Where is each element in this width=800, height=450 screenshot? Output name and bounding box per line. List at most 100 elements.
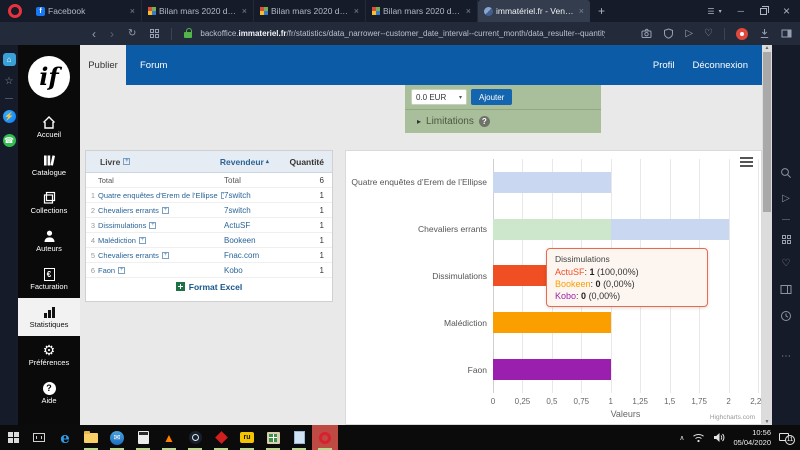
vendor-link[interactable]: Bookeen (224, 236, 294, 245)
back-icon[interactable]: ‹ (92, 28, 96, 40)
expand-plus-icon[interactable]: + (162, 252, 169, 259)
tab-close-icon[interactable]: × (242, 6, 247, 16)
expand-plus-icon[interactable]: + (149, 222, 156, 229)
download-icon[interactable] (759, 28, 770, 39)
start-button[interactable] (0, 425, 26, 450)
taskbar-vlc[interactable]: ▲ (156, 425, 182, 450)
speed-dial-grid-icon[interactable] (782, 235, 791, 244)
send-icon[interactable]: ▷ (782, 194, 790, 204)
vendor-link[interactable]: 7switch (224, 206, 294, 215)
taskbar-steam[interactable] (182, 425, 208, 450)
tab-menu-caret-icon[interactable]: ▾ (719, 8, 722, 15)
taskbar-game[interactable] (208, 425, 234, 450)
action-center-icon[interactable]: 11 (779, 432, 794, 444)
speed-dial-icon[interactable] (150, 29, 159, 38)
vendor-link[interactable]: Fnac.com (224, 251, 294, 260)
bookmark-heart-icon[interactable]: ♡ (704, 29, 713, 39)
sidebar-item-statistiques[interactable]: Statistiques (18, 298, 80, 336)
book-link[interactable]: Malédiction+ (98, 236, 224, 245)
taskbar-calculator[interactable] (130, 425, 156, 450)
tray-clock[interactable]: 10:56 05/04/2020 (733, 428, 771, 447)
taskbar-explorer[interactable] (78, 425, 104, 450)
header-quantite[interactable]: Quantité (290, 157, 332, 167)
extension-icon[interactable] (736, 28, 748, 40)
sidebar-panels-icon[interactable] (781, 28, 792, 39)
limitations-toggle[interactable]: Limitations (426, 116, 474, 127)
taskbar-edge[interactable]: e (52, 425, 78, 450)
format-excel-link[interactable]: Format Excel (189, 282, 242, 292)
nav-profil[interactable]: Profil (653, 60, 675, 71)
sidebar-item-catalogue[interactable]: Catalogue (18, 146, 80, 184)
tab-close-icon[interactable]: × (466, 6, 471, 16)
more-icon[interactable]: ⋯ (781, 351, 791, 362)
messenger-icon[interactable]: ⚡ (3, 110, 16, 123)
book-link[interactable]: Faon+ (98, 266, 224, 275)
url-field[interactable]: backoffice.immateriel.fr/fr/statistics/d… (200, 29, 605, 38)
book-link[interactable]: Quatre enquêtes d’Erem de l’Ellipse+ (98, 191, 224, 200)
history-clock-icon[interactable] (780, 310, 792, 322)
nav-forum[interactable]: Forum (140, 60, 167, 71)
new-tab-button[interactable]: + (598, 4, 605, 18)
tab-close-icon[interactable]: × (354, 6, 359, 16)
taskbar-ru-app[interactable]: ru (234, 425, 260, 450)
tab-menu-icon[interactable]: ☰ (707, 7, 714, 16)
task-view-button[interactable] (26, 425, 52, 450)
browser-tab-facebook[interactable]: f Facebook × (30, 0, 142, 22)
wifi-icon[interactable] (692, 432, 705, 443)
expand-plus-icon[interactable]: + (162, 207, 169, 214)
header-livre[interactable]: Livre + (86, 157, 220, 167)
taskbar-notes[interactable] (286, 425, 312, 450)
nav-publier[interactable]: Publier (80, 45, 126, 85)
amount-select[interactable]: 0.0 EUR ▾ (411, 89, 467, 105)
bar-segment-7switch[interactable] (493, 172, 611, 193)
sidebar-item-accueil[interactable]: Accueil (18, 108, 80, 146)
book-link[interactable]: Chevaliers errants+ (98, 251, 224, 260)
sidebar-item-preferences[interactable]: ⚙ Préférences (18, 336, 80, 374)
tray-expand-icon[interactable]: ∧ (679, 434, 684, 442)
limitations-help-icon[interactable]: ? (479, 116, 490, 127)
opera-logo-icon[interactable] (8, 4, 22, 18)
bar-segment-Kobo[interactable] (493, 359, 611, 380)
shield-icon[interactable] (663, 28, 674, 39)
expand-plus-icon[interactable]: + (139, 237, 146, 244)
browser-tab-bilan-2[interactable]: Bilan mars 2020 des ventes × (254, 0, 366, 22)
highcharts-credit[interactable]: Highcharts.com (710, 414, 755, 421)
browser-tab-bilan-1[interactable]: Bilan mars 2020 des ventes × (142, 0, 254, 22)
vendor-link[interactable]: ActuSF (224, 221, 294, 230)
forward-icon[interactable]: › (110, 28, 114, 40)
browser-tab-immateriel-active[interactable]: immatériel.fr - Ventes du m × (478, 0, 590, 22)
reload-icon[interactable]: ↻ (128, 29, 136, 39)
sidebar-item-facturation[interactable]: € Facturation (18, 260, 80, 298)
scrollbar-thumb[interactable] (763, 52, 771, 212)
restore-button[interactable] (760, 8, 767, 15)
scroll-up-icon[interactable]: ▲ (762, 45, 772, 51)
taskbar-accounting[interactable] (260, 425, 286, 450)
vendor-link[interactable]: Kobo (224, 266, 294, 275)
minimize-button[interactable]: ─ (738, 6, 744, 16)
expand-plus-icon[interactable]: + (123, 158, 130, 165)
workspace-icon[interactable]: ⌂ (3, 53, 16, 66)
bar-segment-Fnac.com[interactable] (493, 219, 611, 240)
app-logo[interactable]: if (18, 45, 80, 108)
bar-segment-7switch[interactable] (611, 219, 729, 240)
book-link[interactable]: Chevaliers errants+ (98, 206, 224, 215)
page-scrollbar[interactable]: ▲ ▼ (762, 45, 772, 425)
ajouter-button[interactable]: Ajouter (471, 89, 512, 105)
book-link[interactable]: Dissimulations+ (98, 221, 224, 230)
close-window-button[interactable]: × (783, 4, 790, 18)
sidebar-item-auteurs[interactable]: Auteurs (18, 222, 80, 260)
whatsapp-icon[interactable]: ☎ (3, 134, 16, 147)
snapshot-camera-icon[interactable] (641, 28, 652, 39)
expand-arrow-icon[interactable]: ▸ (417, 117, 421, 126)
header-revendeur[interactable]: Revendeur ▴ (220, 157, 290, 167)
vendor-link[interactable]: 7switch (224, 191, 294, 200)
tab-close-icon[interactable]: × (130, 6, 135, 16)
tab-close-icon[interactable]: × (579, 6, 584, 16)
search-icon[interactable] (780, 167, 792, 179)
flow-send-icon[interactable]: ▷ (685, 29, 693, 39)
panels-icon[interactable] (780, 284, 792, 295)
speaker-icon[interactable] (713, 432, 725, 443)
taskbar-opera-active[interactable] (312, 425, 338, 450)
expand-plus-icon[interactable]: + (118, 267, 125, 274)
taskbar-mail[interactable]: ✉ (104, 425, 130, 450)
